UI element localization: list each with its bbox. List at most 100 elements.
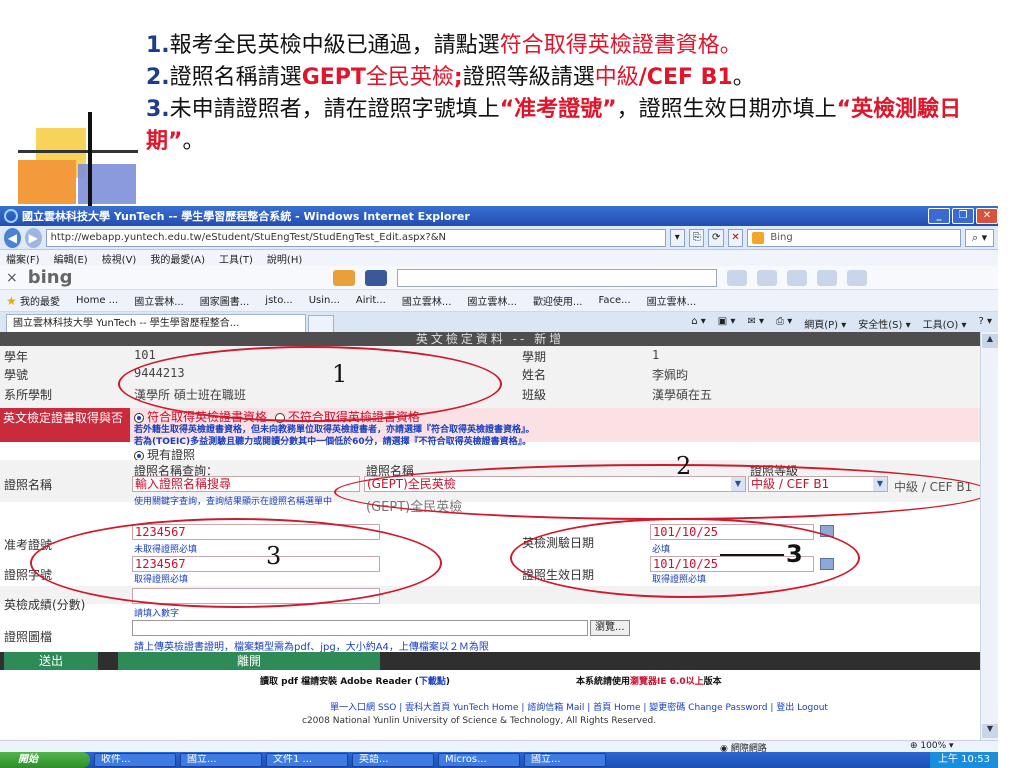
annotation-3: 3 xyxy=(266,542,282,570)
ie-window: 國立雲林科技大學 YunTech -- 學生學習歷程整合系統 - Windows… xyxy=(0,206,998,768)
help-icon[interactable]: ? ▾ xyxy=(978,316,992,331)
new-tab-button[interactable] xyxy=(308,314,334,333)
taskbar-item[interactable]: 收件... xyxy=(94,753,176,767)
term-value: 1 xyxy=(652,348,660,362)
safety-menu[interactable]: 安全性(S) ▾ xyxy=(858,316,910,331)
menu-edit[interactable]: 編輯(E) xyxy=(54,251,88,266)
close-toolbar-icon[interactable]: × xyxy=(6,270,18,286)
taskbar-item[interactable]: 國立... xyxy=(524,753,606,767)
favorite-link[interactable]: Home ... xyxy=(76,295,118,306)
menu-file[interactable]: 檔案(F) xyxy=(6,251,40,266)
clock: 上午 10:53 xyxy=(938,754,990,765)
favorite-link[interactable]: 歡迎使用... xyxy=(533,293,583,308)
menu-view[interactable]: 檢視(V) xyxy=(102,251,137,266)
cert-search-hint: 使用關鍵字查詢，查詢結果顯示在證照名稱選單中 xyxy=(134,497,333,507)
minimize-button[interactable]: _ xyxy=(928,208,950,224)
maximize-button[interactable]: ❐ xyxy=(952,208,974,224)
zoom-level[interactable]: ⊕ 100% ▾ xyxy=(910,741,954,751)
existing-cert-radio[interactable] xyxy=(134,450,144,461)
name-label: 姓名 xyxy=(522,368,547,382)
taskbar-item[interactable]: 文件1 ... xyxy=(266,753,348,767)
search-input[interactable]: Bing xyxy=(747,228,962,247)
deco-orange-square xyxy=(18,160,76,204)
window-title: 國立雲林科技大學 YunTech -- 學生學習歷程整合系統 - Windows… xyxy=(22,210,470,223)
dept-label: 系所學制 xyxy=(4,388,53,402)
pdf-note: 讀取 pdf 檔請安裝 Adobe Reader (下載點) xyxy=(260,677,450,687)
toolbar-search-input[interactable] xyxy=(396,268,717,287)
download-link[interactable]: 下載點 xyxy=(419,677,446,687)
system-tray: 上午 10:53 xyxy=(930,752,998,768)
tab-active[interactable]: 國立雲林科技大學 YunTech -- 學生學習歷程整合... xyxy=(6,313,306,334)
stop-icon[interactable]: ✕ xyxy=(727,228,744,247)
score-hint: 請填入數字 xyxy=(134,609,180,619)
weather-icon[interactable] xyxy=(786,269,807,286)
feeds-icon[interactable]: ▣ ▾ xyxy=(718,316,736,331)
leave-button[interactable]: 離開 xyxy=(118,652,380,670)
favorite-link[interactable]: 國立雲林... xyxy=(467,293,517,308)
deco-horizontal-line xyxy=(18,150,138,153)
favorite-link[interactable]: Face... xyxy=(598,295,630,306)
scroll-down-icon[interactable]: ▼ xyxy=(982,724,998,738)
favorites-bar: ★ 我的最愛 Home ... 國立雲林... 國家圖書... jsto... … xyxy=(0,290,998,312)
page-menu[interactable]: 網頁(P) ▾ xyxy=(804,316,846,331)
annotation-ellipse-3 xyxy=(30,518,442,608)
forward-button[interactable]: ▶ xyxy=(24,227,42,248)
taskbar-item[interactable]: 國立... xyxy=(180,753,262,767)
start-button[interactable]: 開始 xyxy=(0,752,90,768)
taskbar-item[interactable]: 英語... xyxy=(352,753,434,767)
home-icon[interactable]: ⌂ ▾ xyxy=(691,316,706,331)
favorite-link[interactable]: jsto... xyxy=(265,295,292,306)
year-label: 學年 xyxy=(4,350,29,364)
close-button[interactable]: ✕ xyxy=(976,208,998,224)
footer-links[interactable]: 單一入口網 SSO | 雲科大首頁 YunTech Home | 諮詢信箱 Ma… xyxy=(330,700,828,713)
refresh-icon[interactable]: ⟳ xyxy=(708,228,724,247)
tools-menu[interactable]: 工具(O) ▾ xyxy=(923,316,967,331)
eligibility-label: 英文檢定證書取得與否 xyxy=(0,408,130,442)
compat-icon[interactable]: ⎘ xyxy=(689,228,705,247)
browse-button[interactable]: 瀏覽... xyxy=(590,620,630,636)
annotation-1: 1 xyxy=(332,360,348,388)
address-bar: ◀ ▶ http://webapp.yuntech.edu.tw/eStuden… xyxy=(0,226,998,250)
like-icon[interactable] xyxy=(726,269,747,286)
copyright: c2008 National Yunlin University of Scie… xyxy=(302,716,657,726)
menu-bar: 檔案(F) 編輯(E) 檢視(V) 我的最愛(A) 工具(T) 說明(H) xyxy=(0,250,998,266)
favorite-link[interactable]: 國家圖書... xyxy=(200,293,250,308)
taskbar-item[interactable]: Micros... xyxy=(438,753,520,767)
year-value: 101 xyxy=(134,348,156,362)
search-icon[interactable]: ⌕ ▾ xyxy=(965,228,995,247)
favorites-add-icon[interactable] xyxy=(332,269,355,286)
cert-search-input[interactable]: 輸入證照名稱搜尋 xyxy=(132,476,360,492)
favorites-button[interactable]: ★ 我的最愛 xyxy=(6,293,60,308)
menu-help[interactable]: 說明(H) xyxy=(267,251,302,266)
submit-button[interactable]: 送出 xyxy=(4,652,98,670)
favorite-link[interactable]: Airit... xyxy=(356,295,386,306)
menu-tools[interactable]: 工具(T) xyxy=(219,251,253,266)
scroll-up-icon[interactable]: ▲ xyxy=(982,334,998,348)
url-input[interactable]: http://webapp.yuntech.edu.tw/eStudent/St… xyxy=(45,228,666,247)
file-input[interactable] xyxy=(132,620,588,636)
dropdown-button[interactable]: ▾ xyxy=(669,228,686,247)
eligible-radio[interactable] xyxy=(134,412,144,423)
games-icon[interactable] xyxy=(846,269,867,286)
star-icon[interactable] xyxy=(816,269,837,286)
instruction-line-3: 3.未申請證照者，請在證照字號填上“准考證號”，證照生效日期亦填上“英檢測驗日期… xyxy=(146,97,962,154)
taskbar: 開始 收件... 國立... 文件1 ... 英語... Micros... 國… xyxy=(0,752,998,768)
score-label: 英檢成績(分數) xyxy=(4,598,86,612)
name-value: 李姵昀 xyxy=(652,368,689,382)
annotation-ellipse-3b xyxy=(510,518,860,598)
cert-name-label: 證照名稱 xyxy=(4,478,53,492)
back-button[interactable]: ◀ xyxy=(4,227,21,248)
favorite-link[interactable]: Usin... xyxy=(309,295,340,306)
favorite-link[interactable]: 國立雲林... xyxy=(134,293,184,308)
menu-favorites[interactable]: 我的最愛(A) xyxy=(150,251,205,266)
class-label: 班級 xyxy=(522,388,547,402)
favorite-link[interactable]: 國立雲林... xyxy=(647,293,697,308)
favorite-link[interactable]: 國立雲林... xyxy=(402,293,452,308)
status-bar: ◉ 網際網路 ⊕ 100% ▾ xyxy=(0,740,998,754)
page-scrollbar[interactable]: ▲ ▼ xyxy=(980,332,998,740)
mail-icon[interactable]: ✉ ▾ xyxy=(747,316,764,331)
file-hint: 請上傳英檢證書證明，檔案類型需為pdf、jpg，大小約A4，上傳檔案以２Ｍ為限 xyxy=(134,642,489,653)
print-icon[interactable]: ⎙ ▾ xyxy=(776,316,792,331)
facebook-icon[interactable] xyxy=(364,269,387,286)
deals-icon[interactable] xyxy=(756,269,777,286)
